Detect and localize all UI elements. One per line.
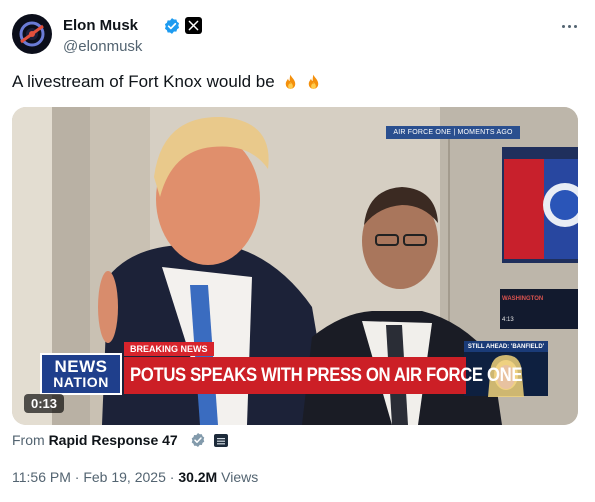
video-headline: POTUS SPEAKS WITH PRESS ON AIR FORCE ONE <box>130 365 523 386</box>
media-attribution: From Rapid Response 47 <box>12 432 178 448</box>
meta-separator: · <box>169 469 175 485</box>
still-ahead-label: STILL AHEAD: 'BANFIELD' <box>464 341 548 352</box>
author-handle[interactable]: @elonmusk <box>63 38 142 55</box>
logo-line-1: NEWS <box>54 357 108 376</box>
avatar[interactable] <box>12 14 52 54</box>
monitor-city: WASHINGTON <box>502 296 544 302</box>
fire-emoji <box>285 74 295 89</box>
video-player[interactable]: AIR FORCE ONE | MOMENTS AGO WASHINGTON 4… <box>12 107 578 425</box>
views-count: 30.2M <box>178 469 218 485</box>
video-timecode: 0:13 <box>24 394 65 413</box>
fire-emoji <box>308 74 318 89</box>
tweet-time[interactable]: 11:56 PM <box>12 469 71 485</box>
logo-line-2: NATION <box>53 374 109 390</box>
tweet-meta: 11:56 PM · Feb 19, 2025 · 30.2M Views <box>12 469 258 485</box>
attribution-source[interactable]: Rapid Response 47 <box>49 432 178 448</box>
meta-separator: · <box>74 469 80 485</box>
video-top-tag: AIR FORCE ONE | MOMENTS AGO <box>386 126 520 139</box>
gray-verified-badge-icon <box>190 432 206 448</box>
monitor-time: 4:13 <box>502 317 514 323</box>
more-options-icon[interactable] <box>556 16 582 36</box>
tweet-text: A livestream of Fort Knox would be <box>12 72 323 92</box>
views-label: Views <box>221 469 259 485</box>
tweet-text-body: A livestream of Fort Knox would be <box>12 72 275 91</box>
breaking-news-label: BREAKING NEWS <box>124 342 214 356</box>
tweet-date[interactable]: Feb 19, 2025 <box>83 469 166 485</box>
author-name[interactable]: Elon Musk <box>63 17 138 34</box>
attribution-prefix: From <box>12 432 45 448</box>
verified-badge-icon[interactable] <box>163 17 181 35</box>
x-logo-icon[interactable] <box>185 17 202 34</box>
government-flag-icon <box>214 434 228 447</box>
news-nation-logo: NEWS NATION <box>40 353 122 395</box>
